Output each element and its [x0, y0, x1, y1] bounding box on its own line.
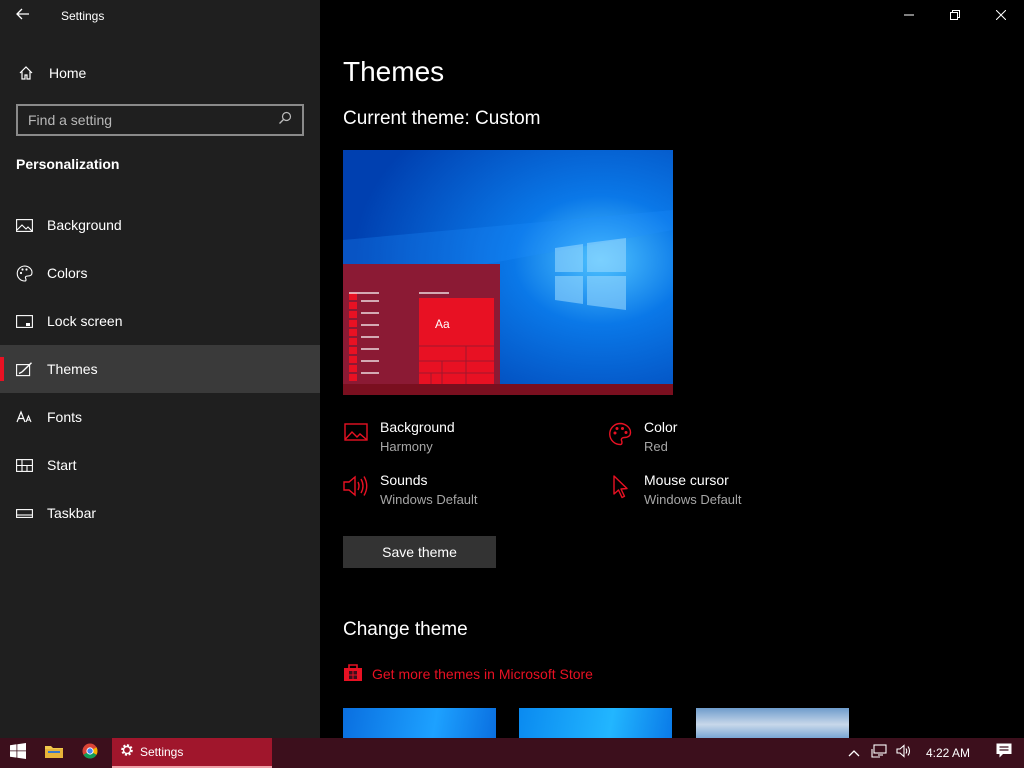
- nav-list: Background Colors Lock screen Themes Fon…: [0, 201, 320, 537]
- home-label: Home: [49, 65, 87, 81]
- network-button[interactable]: [866, 738, 892, 768]
- theme-thumbnail[interactable]: [519, 708, 672, 738]
- background-attribute[interactable]: Background Harmony: [343, 418, 455, 456]
- store-bag-icon: [343, 662, 363, 685]
- palette-icon: [607, 418, 633, 446]
- home-icon: [17, 65, 34, 82]
- network-icon: [871, 743, 887, 763]
- file-explorer-button[interactable]: [36, 738, 72, 768]
- taskbar-app-label: Settings: [140, 745, 184, 759]
- theme-thumbnail[interactable]: [343, 708, 496, 738]
- action-center-button[interactable]: [984, 738, 1024, 768]
- back-arrow-icon: [16, 7, 30, 25]
- title-bar: Settings: [0, 0, 320, 32]
- notification-icon: [996, 743, 1012, 763]
- mouse-pointer-icon: [607, 471, 633, 499]
- sidebar-item-taskbar[interactable]: Taskbar: [0, 489, 320, 537]
- sidebar-item-label: Lock screen: [47, 313, 123, 329]
- store-link[interactable]: Get more themes in Microsoft Store: [343, 662, 593, 685]
- search-icon[interactable]: [278, 111, 292, 130]
- attribute-title: Background: [380, 419, 455, 435]
- sidebar-item-label: Background: [47, 217, 122, 233]
- clock[interactable]: 4:22 AM: [926, 746, 970, 760]
- sidebar-item-label: Start: [47, 457, 77, 473]
- attribute-title: Sounds: [380, 472, 428, 488]
- attribute-value: Windows Default: [644, 492, 742, 507]
- page-title: Themes: [343, 56, 445, 87]
- sidebar-item-label: Fonts: [47, 409, 83, 425]
- main-content: Themes Current theme: Custom Aa Backgrou…: [343, 0, 1024, 738]
- save-theme-button[interactable]: Save theme: [343, 536, 496, 568]
- home-nav-item[interactable]: Home: [0, 54, 320, 92]
- fonts-icon: [16, 409, 33, 426]
- folder-icon: [45, 744, 63, 763]
- palette-icon: [16, 264, 33, 282]
- lock-screen-icon: [16, 313, 33, 330]
- show-hidden-icons-button[interactable]: [842, 738, 866, 768]
- chevron-up-icon: [848, 744, 860, 762]
- sidebar-item-start[interactable]: Start: [0, 441, 320, 489]
- sidebar: Settings Home Personalization Background…: [0, 0, 320, 738]
- current-theme-heading: Current theme: Custom: [343, 108, 541, 129]
- theme-preview: Aa: [343, 150, 673, 395]
- start-icon: [16, 457, 33, 474]
- section-title: Personalization: [16, 156, 120, 172]
- search-input[interactable]: [28, 112, 278, 128]
- chrome-icon: [82, 743, 98, 764]
- back-button[interactable]: [0, 0, 46, 32]
- sidebar-item-lock-screen[interactable]: Lock screen: [0, 297, 320, 345]
- picture-icon: [343, 418, 369, 444]
- preview-sample-text: Aa: [435, 317, 450, 331]
- themes-icon: [16, 361, 33, 378]
- attribute-title: Color: [644, 419, 678, 435]
- sidebar-item-label: Colors: [47, 265, 88, 281]
- picture-icon: [16, 217, 33, 234]
- sidebar-item-label: Themes: [47, 361, 98, 377]
- chrome-button[interactable]: [72, 738, 108, 768]
- volume-icon: [896, 743, 912, 763]
- search-box[interactable]: [16, 104, 304, 136]
- attribute-title: Mouse cursor: [644, 472, 729, 488]
- theme-thumbnails: [343, 708, 1024, 738]
- windows-logo-icon: [10, 742, 26, 764]
- speaker-icon: [343, 471, 369, 497]
- sounds-attribute[interactable]: Sounds Windows Default: [343, 471, 478, 509]
- color-attribute[interactable]: Color Red: [607, 418, 677, 456]
- attribute-value: Red: [644, 439, 668, 454]
- system-tray: 4:22 AM: [842, 738, 1024, 768]
- start-button[interactable]: [0, 738, 36, 768]
- taskbar-icon: [16, 505, 33, 522]
- sidebar-item-colors[interactable]: Colors: [0, 249, 320, 297]
- sidebar-item-background[interactable]: Background: [0, 201, 320, 249]
- change-theme-heading: Change theme: [343, 619, 468, 640]
- sidebar-item-fonts[interactable]: Fonts: [0, 393, 320, 441]
- taskbar-settings-app[interactable]: Settings: [112, 738, 272, 768]
- theme-thumbnail[interactable]: [696, 708, 849, 738]
- taskbar: Settings 4:22 AM: [0, 738, 1024, 768]
- mouse-cursor-attribute[interactable]: Mouse cursor Windows Default: [607, 471, 742, 509]
- gear-icon: [120, 743, 134, 762]
- attribute-value: Windows Default: [380, 492, 478, 507]
- attribute-value: Harmony: [380, 439, 433, 454]
- sidebar-item-label: Taskbar: [47, 505, 97, 521]
- volume-button[interactable]: [892, 738, 916, 768]
- app-title: Settings: [61, 9, 105, 23]
- store-link-label: Get more themes in Microsoft Store: [372, 665, 593, 682]
- sidebar-item-themes[interactable]: Themes: [0, 345, 320, 393]
